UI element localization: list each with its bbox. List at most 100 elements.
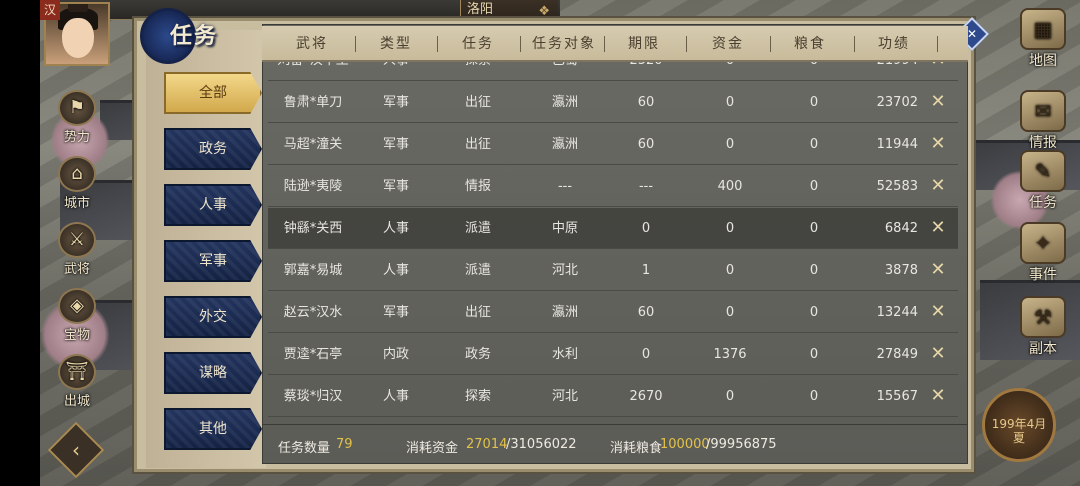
tab-all[interactable]: 全部 <box>164 72 262 114</box>
tab-other[interactable]: 其他 <box>164 408 262 450</box>
cell-term: 0 <box>641 347 651 362</box>
left-menu-city[interactable]: ⌂ 城市 <box>50 156 104 216</box>
col-task[interactable]: 任务 <box>448 26 508 62</box>
current-city-label[interactable]: 洛阳 ❖ <box>460 0 558 20</box>
avatar-hat <box>68 4 88 12</box>
task-summary-footer: 任务数量 79 消耗资金 27014 /31056022 消耗粮食 100000… <box>262 424 968 464</box>
cell-target: 河北 <box>551 389 578 404</box>
cell-term: 60 <box>637 305 655 320</box>
cancel-task-icon[interactable]: ✕ <box>928 302 948 322</box>
date-year-month: 199年4月 <box>991 417 1047 431</box>
cell-type: 人事 <box>382 221 409 236</box>
money-total-value: /31056022 <box>506 437 577 452</box>
cell-food: 0 <box>809 263 819 278</box>
cancel-task-icon[interactable]: ✕ <box>928 260 948 280</box>
table-row[interactable]: 陆逊*夷陵 军事 情报 --- --- 400 0 52583 ✕ <box>268 166 958 207</box>
right-menu-map[interactable]: ▦ 地图 <box>1010 8 1076 78</box>
dungeon-icon: ⚒ <box>1020 296 1066 338</box>
table-row[interactable]: 赵云*汉水 军事 出征 瀛洲 60 0 0 13244 ✕ <box>268 292 958 333</box>
left-menu-generals[interactable]: ⚔ 武将 <box>50 222 104 282</box>
cancel-task-icon[interactable]: ✕ <box>928 218 948 238</box>
cell-food: 0 <box>809 389 819 404</box>
cell-type: 人事 <box>366 62 426 81</box>
col-general[interactable]: 武将 <box>282 26 342 62</box>
header-divider <box>937 36 938 52</box>
cell-merit: 6842 <box>884 221 918 236</box>
tab-strategy[interactable]: 谋略 <box>164 352 262 394</box>
left-menu-treasure[interactable]: ◈ 宝物 <box>50 288 104 348</box>
cell-type: 人事 <box>382 263 409 278</box>
col-merit[interactable]: 功绩 <box>864 26 924 62</box>
food-used-value: 100000 <box>660 437 710 452</box>
table-row[interactable]: 刘备*汉中王 人事 探索 巴蜀 2520 0 0 21994 ✕ <box>268 62 958 81</box>
cell-money: 1376 <box>713 347 747 362</box>
tab-personnel[interactable]: 人事 <box>164 184 262 226</box>
cancel-task-icon[interactable]: ✕ <box>928 134 948 154</box>
tab-diplomacy[interactable]: 外交 <box>164 296 262 338</box>
right-menu-label: 地图 <box>1029 53 1057 69</box>
right-menu-label: 任务 <box>1029 195 1057 211</box>
cancel-task-icon[interactable]: ✕ <box>928 176 948 196</box>
cancel-task-icon[interactable]: ✕ <box>928 62 948 70</box>
col-target[interactable]: 任务对象 <box>524 26 604 62</box>
col-food[interactable]: 粮食 <box>780 26 840 62</box>
tab-politics[interactable]: 政务 <box>164 128 262 170</box>
avatar-face <box>62 18 94 58</box>
cell-type: 军事 <box>382 179 409 194</box>
left-menu-exit-city[interactable]: ⛩ 出城 <box>50 354 104 414</box>
table-row[interactable]: 贾逵*石亭 内政 政务 水利 0 1376 0 27849 ✕ <box>268 334 958 375</box>
cell-general: 蔡琰*归汉 <box>283 389 343 404</box>
cell-task: 出征 <box>464 305 491 320</box>
tab-military[interactable]: 军事 <box>164 240 262 282</box>
right-menu-dungeon[interactable]: ⚒ 副本 <box>1010 296 1076 366</box>
cell-food: 0 <box>809 305 819 320</box>
col-money[interactable]: 资金 <box>698 26 758 62</box>
right-menu-task[interactable]: ✎ 任务 <box>1010 150 1076 220</box>
table-row[interactable]: 蔡琰*归汉 人事 探索 河北 2670 0 0 15567 ✕ <box>268 376 958 417</box>
food-total-value: /99956875 <box>706 437 777 452</box>
table-row[interactable]: 鲁肃*单刀 军事 出征 瀛洲 60 0 0 23702 ✕ <box>268 82 958 123</box>
cell-target: 瀛洲 <box>551 137 578 152</box>
cell-general: 钟繇*关西 <box>283 221 343 236</box>
header-divider <box>770 36 771 52</box>
faction-badge: 汉 <box>40 0 60 20</box>
cell-task: 派遣 <box>464 221 491 236</box>
cell-target: 瀛洲 <box>551 95 578 110</box>
table-row-selected[interactable]: 钟繇*关西 人事 派遣 中原 0 0 0 6842 ✕ <box>268 208 958 249</box>
date-badge[interactable]: 199年4月 夏 <box>982 388 1056 462</box>
cell-term: --- <box>638 179 654 194</box>
cell-money: 400 <box>717 179 743 194</box>
cell-general: 鲁肃*单刀 <box>283 95 343 110</box>
table-header: 武将 类型 任务 任务对象 期限 资金 粮食 功绩 <box>262 26 968 62</box>
cell-task: 政务 <box>464 347 491 362</box>
gate-icon: ⛩ <box>58 354 96 390</box>
table-row[interactable]: 马超*潼关 军事 出征 瀛洲 60 0 0 11944 ✕ <box>268 124 958 165</box>
left-menu-label: 城市 <box>63 196 90 211</box>
cell-type: 军事 <box>382 95 409 110</box>
cancel-task-icon[interactable]: ✕ <box>928 344 948 364</box>
right-menu-event[interactable]: ✦ 事件 <box>1010 222 1076 292</box>
left-menu-label: 势力 <box>63 130 90 145</box>
header-divider <box>520 36 521 52</box>
cancel-task-icon[interactable]: ✕ <box>928 92 948 112</box>
flag-icon: ⚑ <box>58 90 96 126</box>
task-list[interactable]: 刘备*汉中王 人事 探索 巴蜀 2520 0 0 21994 ✕ 鲁肃*单刀 军… <box>268 62 958 418</box>
right-menu-label: 事件 <box>1029 267 1057 283</box>
cell-task: 探索 <box>448 62 508 81</box>
col-term[interactable]: 期限 <box>614 26 674 62</box>
cell-target: 中原 <box>551 221 578 236</box>
cell-type: 军事 <box>382 305 409 320</box>
event-icon: ✦ <box>1020 222 1066 264</box>
table-row[interactable]: 郭嘉*易城 人事 派遣 河北 1 0 0 3878 ✕ <box>268 250 958 291</box>
general-icon: ⚔ <box>58 222 96 258</box>
left-menu-power[interactable]: ⚑ 势力 <box>50 90 104 150</box>
cancel-task-icon[interactable]: ✕ <box>928 386 948 406</box>
cell-money: 0 <box>725 263 735 278</box>
cell-merit: 27849 <box>876 347 918 362</box>
cell-general: 马超*潼关 <box>283 137 343 152</box>
money-used-label: 消耗资金 <box>406 441 459 456</box>
task-count-value: 79 <box>336 437 353 452</box>
cell-target: 巴蜀 <box>530 62 600 81</box>
cell-merit: 21994 <box>858 62 918 81</box>
col-type[interactable]: 类型 <box>366 26 426 62</box>
